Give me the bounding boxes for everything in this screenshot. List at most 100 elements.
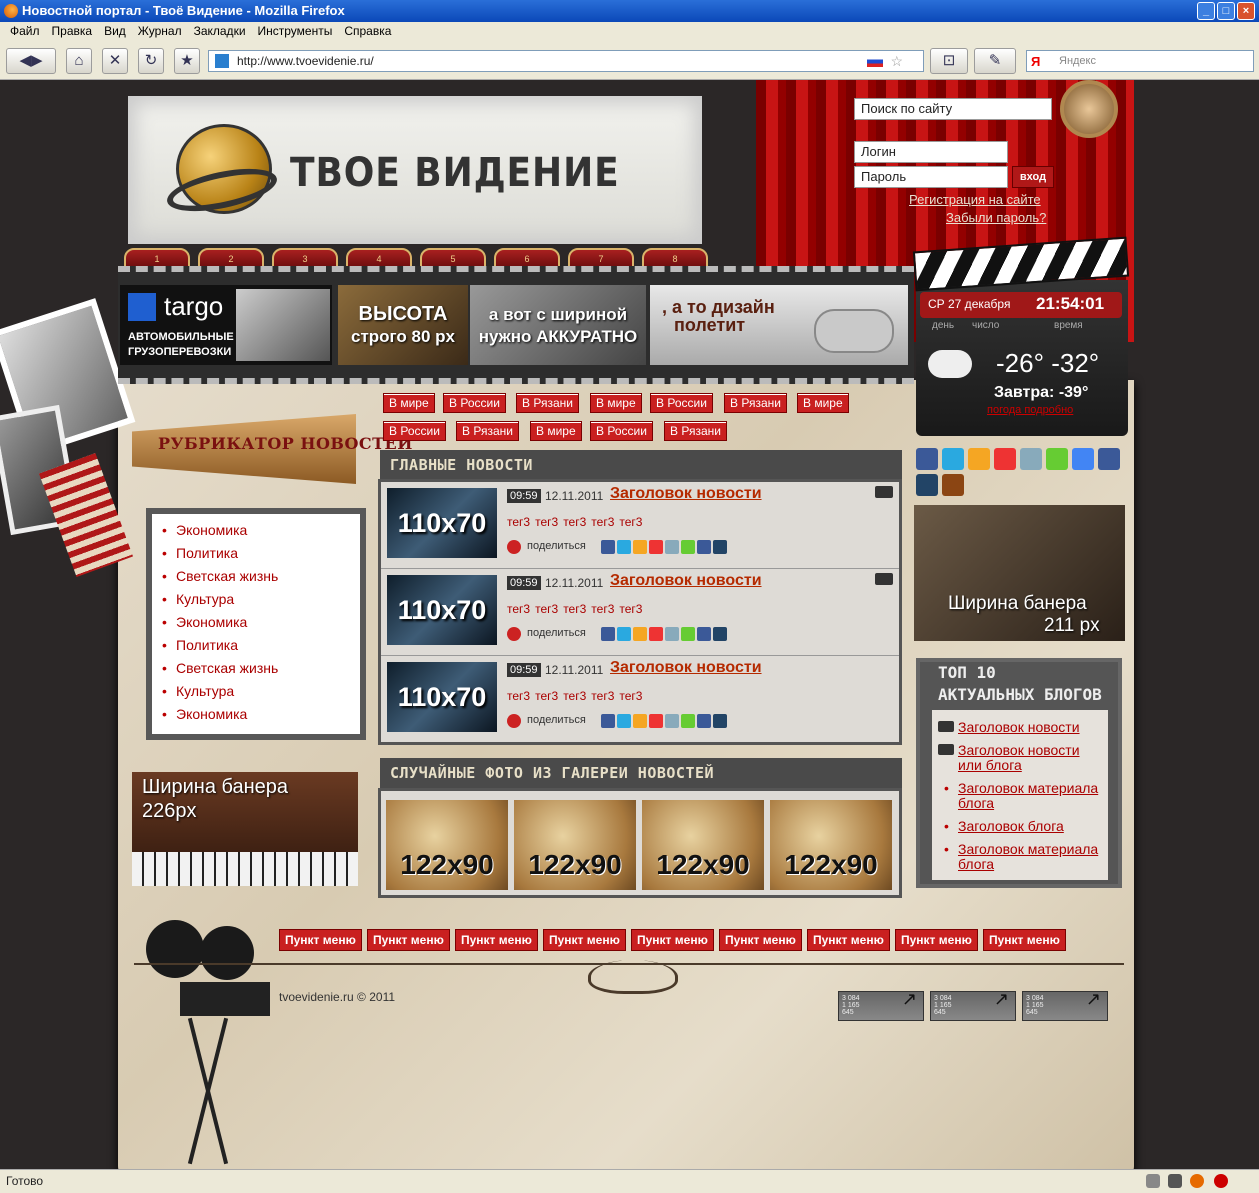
tag-link[interactable]: тег3	[591, 689, 614, 703]
menu-history[interactable]: Журнал	[132, 22, 188, 42]
menu-file[interactable]: Файл	[4, 22, 46, 42]
tag-link[interactable]: тег3	[535, 602, 558, 616]
livejournal-icon[interactable]	[1020, 448, 1042, 470]
category-button[interactable]: В Рязани	[724, 393, 787, 413]
footer-menu-item[interactable]: Пункт меню	[543, 929, 626, 951]
category-button[interactable]: В России	[443, 393, 506, 413]
back-forward-button[interactable]: ◀▶	[6, 48, 56, 74]
vk-icon[interactable]	[916, 448, 938, 470]
blog-link[interactable]: Заголовок материала блога	[958, 781, 1108, 811]
password-input[interactable]: Пароль	[854, 166, 1008, 188]
tag-link[interactable]: тег3	[535, 689, 558, 703]
livejournal-icon[interactable]	[665, 540, 679, 554]
blog-link[interactable]: Заголовок новости	[958, 720, 1080, 735]
tag-link[interactable]: тег3	[591, 602, 614, 616]
tag-link[interactable]: тег3	[619, 602, 642, 616]
vk-icon[interactable]	[601, 540, 615, 554]
twitter-icon[interactable]	[617, 627, 631, 641]
forgot-password-link[interactable]: Забыли пароль?	[946, 210, 1046, 225]
footer-menu-item[interactable]: Пункт меню	[367, 929, 450, 951]
share-link[interactable]: поделиться	[507, 540, 586, 554]
delicious-icon[interactable]	[713, 540, 727, 554]
targo-banner[interactable]: targo АВТОМОБИЛЬНЫЕ ГРУЗОПЕРЕВОЗКИ	[120, 285, 332, 365]
footer-menu-item[interactable]: Пункт меню	[719, 929, 802, 951]
category-button[interactable]: В мире	[530, 421, 582, 441]
mailru-icon[interactable]	[633, 627, 647, 641]
weather-more-link[interactable]: погода подробно	[987, 404, 1073, 416]
tag-link[interactable]: тег3	[591, 515, 614, 529]
blog-link[interactable]: Заголовок материала блога	[958, 842, 1108, 872]
odnoklassniki-icon[interactable]	[649, 714, 663, 728]
addon-green-icon[interactable]: ⊡	[930, 48, 968, 74]
stop-icon[interactable]: ✕	[102, 48, 128, 74]
rubric-link[interactable]: Экономика	[176, 614, 247, 630]
site-search-input[interactable]: Поиск по сайту	[854, 98, 1052, 120]
puzzle-icon[interactable]: ✎	[974, 48, 1016, 74]
width-banner[interactable]: а вот с шириной нужно АККУРАТНО	[470, 285, 646, 365]
delicious-icon[interactable]	[713, 627, 727, 641]
odnoklassniki-icon[interactable]	[649, 627, 663, 641]
menu-tools[interactable]: Инструменты	[252, 22, 339, 42]
news-headline-link[interactable]: Заголовок новости	[610, 659, 762, 677]
maximize-button[interactable]: □	[1217, 2, 1235, 20]
gallery-photo[interactable]: 122x90	[770, 800, 892, 890]
tag-link[interactable]: тег3	[619, 689, 642, 703]
star-icon[interactable]: ☆	[890, 51, 903, 71]
menu-bookmarks[interactable]: Закладки	[188, 22, 252, 42]
category-button[interactable]: В России	[383, 421, 446, 441]
address-bar[interactable]: http://www.tvoevidenie.ru/ ☆	[208, 50, 924, 72]
gmail-icon[interactable]	[1168, 1174, 1182, 1188]
counter-badge[interactable]: 3 084 1 165 645 ↗	[1022, 990, 1108, 1021]
google-buzz-icon[interactable]	[681, 714, 695, 728]
share-link[interactable]: поделиться	[507, 627, 586, 641]
site-logo[interactable]: ТВОЕ ВИДЕНИЕ	[290, 150, 620, 196]
livejournal-icon[interactable]	[665, 714, 679, 728]
footer-menu-item[interactable]: Пункт меню	[279, 929, 362, 951]
category-button[interactable]: В России	[650, 393, 713, 413]
share-link[interactable]: поделиться	[507, 714, 586, 728]
design-banner[interactable]: , а то дизайн полетит	[650, 285, 908, 365]
category-button[interactable]: В мире	[383, 393, 435, 413]
cursor-icon[interactable]	[1146, 1174, 1160, 1188]
close-button[interactable]: ×	[1237, 2, 1255, 20]
tag-link[interactable]: тег3	[619, 515, 642, 529]
footer-menu-item[interactable]: Пункт меню	[895, 929, 978, 951]
twitter-icon[interactable]	[617, 714, 631, 728]
news-thumbnail[interactable]: 110x70	[387, 575, 497, 645]
footer-menu-item[interactable]: Пункт меню	[983, 929, 1066, 951]
bobrdobr-icon[interactable]	[942, 474, 964, 496]
reload-icon[interactable]: ↻	[138, 48, 164, 74]
minimize-button[interactable]: _	[1197, 2, 1215, 20]
odnoklassniki-icon[interactable]	[994, 448, 1016, 470]
category-button[interactable]: В России	[590, 421, 653, 441]
footer-menu-item[interactable]: Пункт меню	[807, 929, 890, 951]
blog-link[interactable]: Заголовок новости или блога	[958, 743, 1098, 773]
category-button[interactable]: В Рязани	[664, 421, 727, 441]
bookmark-icon[interactable]: ★	[174, 48, 200, 74]
google-buzz-icon[interactable]	[1046, 448, 1068, 470]
facebook-icon[interactable]	[697, 627, 711, 641]
google-buzz-icon[interactable]	[681, 540, 695, 554]
facebook-icon[interactable]	[1098, 448, 1120, 470]
adblock-icon[interactable]	[1214, 1174, 1228, 1188]
facebook-icon[interactable]	[697, 540, 711, 554]
gallery-photo[interactable]: 122x90	[386, 800, 508, 890]
vk-icon[interactable]	[601, 714, 615, 728]
odnoklassniki-icon[interactable]	[649, 540, 663, 554]
gallery-photo[interactable]: 122x90	[642, 800, 764, 890]
counter-badge[interactable]: 3 084 1 165 645 ↗	[930, 990, 1016, 1021]
category-button[interactable]: В мире	[797, 393, 849, 413]
google-buzz-icon[interactable]	[681, 627, 695, 641]
login-button[interactable]: вход	[1012, 166, 1054, 188]
twitter-icon[interactable]	[942, 448, 964, 470]
tag-link[interactable]: тег3	[563, 515, 586, 529]
news-headline-link[interactable]: Заголовок новости	[610, 572, 762, 590]
news-headline-link[interactable]: Заголовок новости	[610, 485, 762, 503]
rubric-link[interactable]: Культура	[176, 683, 234, 699]
category-button[interactable]: В мире	[590, 393, 642, 413]
rubric-link[interactable]: Политика	[176, 637, 238, 653]
facebook-icon[interactable]	[697, 714, 711, 728]
twitter-icon[interactable]	[617, 540, 631, 554]
footer-menu-item[interactable]: Пункт меню	[455, 929, 538, 951]
delicious-icon[interactable]	[713, 714, 727, 728]
